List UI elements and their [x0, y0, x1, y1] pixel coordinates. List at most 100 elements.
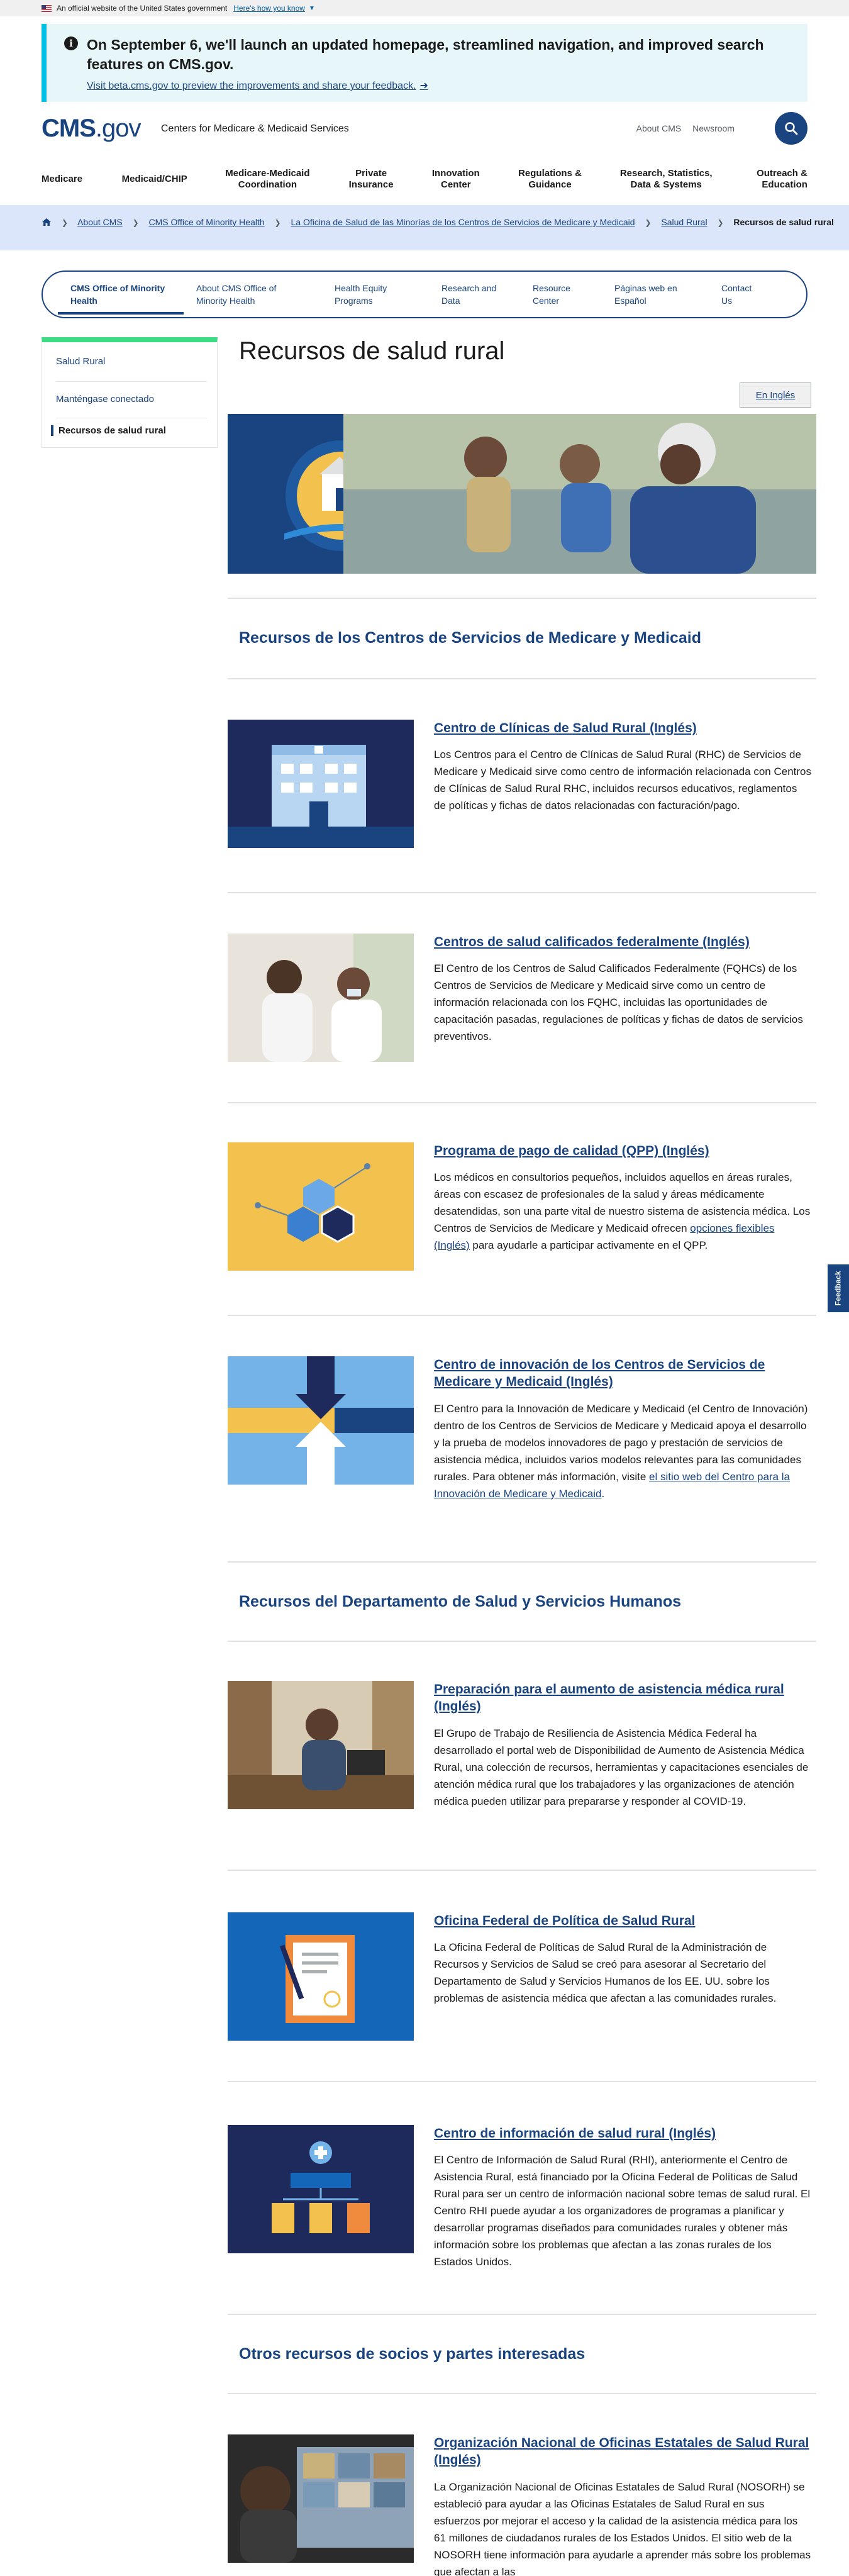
- section-nav-espanol[interactable]: Páginas web en Español: [602, 282, 709, 307]
- nav-regulations-guidance[interactable]: Regulations & Guidance: [513, 168, 588, 191]
- card-title-fqhc[interactable]: Centros de salud calificados federalment…: [434, 934, 811, 951]
- alert-title: On September 6, we'll launch an updated …: [87, 36, 764, 72]
- section-nav-contact-us[interactable]: Contact Us: [709, 282, 772, 307]
- side-navigation: Salud Rural Manténgase conectado Recurso…: [42, 337, 218, 448]
- breadcrumb-about-cms[interactable]: About CMS: [77, 217, 123, 227]
- section-heading-partners: Otros recursos de socios y partes intere…: [239, 2345, 585, 2363]
- section-nav: CMS Office of Minority Health About CMS …: [42, 270, 807, 318]
- sidenav-recursos-salud-rural[interactable]: Recursos de salud rural: [51, 425, 166, 436]
- home-icon[interactable]: [42, 218, 52, 226]
- card-divider: [228, 892, 816, 893]
- logo-gov-text[interactable]: .gov: [96, 114, 142, 142]
- section-divider: [228, 1561, 816, 1563]
- section-nav-about-omh[interactable]: About CMS Office of Minority Health: [184, 282, 322, 307]
- section-nav-research-data[interactable]: Research and Data: [429, 282, 520, 307]
- section-heading-hhs: Recursos del Departamento de Salud y Ser…: [239, 1593, 682, 1610]
- utility-nav: About CMS Newsroom: [628, 123, 735, 133]
- nav-innovation-center[interactable]: Innovation Center: [425, 168, 487, 191]
- gov-banner-text: An official website of the United States…: [57, 4, 228, 13]
- section-heading-cms: Recursos de los Centros de Servicios de …: [239, 629, 701, 647]
- nav-private-insurance[interactable]: Private Insurance: [343, 168, 399, 191]
- breadcrumb-salud-rural[interactable]: Salud Rural: [661, 217, 707, 227]
- breadcrumb: ❯ About CMS ❯ CMS Office of Minority Hea…: [0, 205, 849, 250]
- section-nav-health-equity[interactable]: Health Equity Programs: [322, 282, 429, 307]
- heres-how-you-know-link[interactable]: Here's how you know: [233, 4, 305, 13]
- card-divider: [228, 1102, 816, 1103]
- card-image-surge: [228, 1681, 414, 1809]
- card-image-fqhc: [228, 934, 414, 1062]
- breadcrumb-current: Recursos de salud rural: [733, 217, 834, 227]
- chevron-right-icon: ❯: [61, 218, 68, 227]
- card-body-rhc: Los Centros para el Centro de Clínicas d…: [434, 749, 812, 811]
- site-alert: i On September 6, we'll launch an update…: [42, 24, 807, 102]
- feedback-tab[interactable]: Feedback: [828, 1264, 849, 1312]
- section-nav-omh[interactable]: CMS Office of Minority Health: [58, 282, 184, 315]
- hero-image: [228, 414, 816, 574]
- language-toggle-button[interactable]: En Inglés: [740, 382, 811, 408]
- utility-about-cms[interactable]: About CMS: [636, 123, 682, 133]
- sidenav-salud-rural[interactable]: Salud Rural: [51, 356, 105, 367]
- card-body-surge: El Grupo de Trabajo de Resiliencia de As…: [434, 1727, 809, 1807]
- chevron-right-icon: ❯: [645, 218, 652, 227]
- search-icon: [785, 122, 798, 135]
- card-divider: [228, 1315, 816, 1316]
- nav-research-statistics[interactable]: Research, Statistics, Data & Systems: [613, 168, 719, 191]
- section-divider: [228, 2314, 816, 2315]
- nav-medicare-medicaid-coordination[interactable]: Medicare-Medicaid Coordination: [217, 168, 318, 191]
- card-image-innovation: [228, 1356, 414, 1485]
- alert-link-text[interactable]: Visit beta.cms.gov to preview the improv…: [87, 81, 416, 91]
- page-title: Recursos de salud rural: [239, 337, 505, 365]
- card-title-qpp[interactable]: Programa de pago de calidad (QPP) (Inglé…: [434, 1142, 811, 1159]
- official-gov-banner: An official website of the United States…: [0, 0, 849, 16]
- section-divider: [228, 598, 816, 599]
- card-body-nosorh: La Organización Nacional de Oficinas Est…: [434, 2481, 811, 2576]
- card-image-nosorh: [228, 2434, 414, 2563]
- sidenav-mantengase-conectado[interactable]: Manténgase conectado: [51, 394, 154, 404]
- site-header: CMS.gov Centers for Medicare & Medicaid …: [42, 112, 807, 150]
- card-body-forhp: La Oficina Federal de Políticas de Salud…: [434, 1941, 777, 2004]
- chevron-right-icon: ❯: [274, 218, 281, 227]
- card-title-nosorh[interactable]: Organización Nacional de Oficinas Estata…: [434, 2434, 811, 2468]
- card-title-rhi[interactable]: Centro de información de salud rural (In…: [434, 2125, 811, 2142]
- card-body-rhi: El Centro de Información de Salud Rural …: [434, 2154, 811, 2268]
- arrow-right-icon: ➜: [419, 81, 428, 91]
- card-image-rhc: [228, 720, 414, 848]
- search-button[interactable]: [775, 112, 807, 145]
- section-divider: [228, 678, 816, 679]
- card-title-surge[interactable]: Preparación para el aumento de asistenci…: [434, 1681, 811, 1715]
- chevron-down-icon[interactable]: ▼: [309, 5, 315, 12]
- feedback-label[interactable]: Feedback: [834, 1271, 843, 1305]
- nav-medicare[interactable]: Medicare: [42, 174, 92, 185]
- card-body-qpp: Los médicos en consultorios pequeños, in…: [434, 1169, 811, 1254]
- section-divider: [228, 2393, 816, 2394]
- card-image-forhp: [228, 1912, 414, 2041]
- card-divider: [228, 1870, 816, 1871]
- logo-cms-text[interactable]: CMS: [42, 114, 96, 142]
- section-divider: [228, 1641, 816, 1642]
- nav-outreach-education[interactable]: Outreach & Education: [745, 168, 807, 191]
- breadcrumb-oficina[interactable]: La Oficina de Salud de las Minorías de l…: [291, 217, 635, 227]
- card-body-innovation: El Centro para la Innovación de Medicare…: [434, 1400, 811, 1502]
- utility-newsroom[interactable]: Newsroom: [692, 123, 735, 133]
- sidenav-divider: [56, 381, 207, 382]
- card-body-qpp-text-end: para ayudarle a participar activamente e…: [469, 1239, 708, 1251]
- cms-logo[interactable]: CMS.gov: [42, 114, 141, 143]
- card-title-forhp[interactable]: Oficina Federal de Política de Salud Rur…: [434, 1912, 811, 1929]
- card-title-innovation[interactable]: Centro de innovación de los Centros de S…: [434, 1356, 811, 1390]
- us-flag-icon: [42, 4, 52, 12]
- card-image-rhi: [228, 2125, 414, 2253]
- card-image-qpp: [228, 1142, 414, 1271]
- card-divider: [228, 2081, 816, 2082]
- section-nav-resource-center[interactable]: Resource Center: [520, 282, 602, 307]
- card-body-innovation-text-end: .: [601, 1488, 605, 1500]
- alert-beta-link[interactable]: Visit beta.cms.gov to preview the improv…: [87, 79, 428, 92]
- nav-medicaid-chip[interactable]: Medicaid/CHIP: [117, 174, 192, 185]
- main-nav: Medicare Medicaid/CHIP Medicare-Medicaid…: [42, 164, 807, 195]
- breadcrumb-omh[interactable]: CMS Office of Minority Health: [149, 217, 265, 227]
- chevron-right-icon: ❯: [717, 218, 724, 227]
- logo-subtitle: Centers for Medicare & Medicaid Services: [161, 123, 349, 134]
- info-icon: i: [64, 36, 78, 50]
- chevron-right-icon: ❯: [132, 218, 139, 227]
- card-title-rhc[interactable]: Centro de Clínicas de Salud Rural (Inglé…: [434, 720, 811, 737]
- card-body-fqhc: El Centro de los Centros de Salud Califi…: [434, 962, 803, 1042]
